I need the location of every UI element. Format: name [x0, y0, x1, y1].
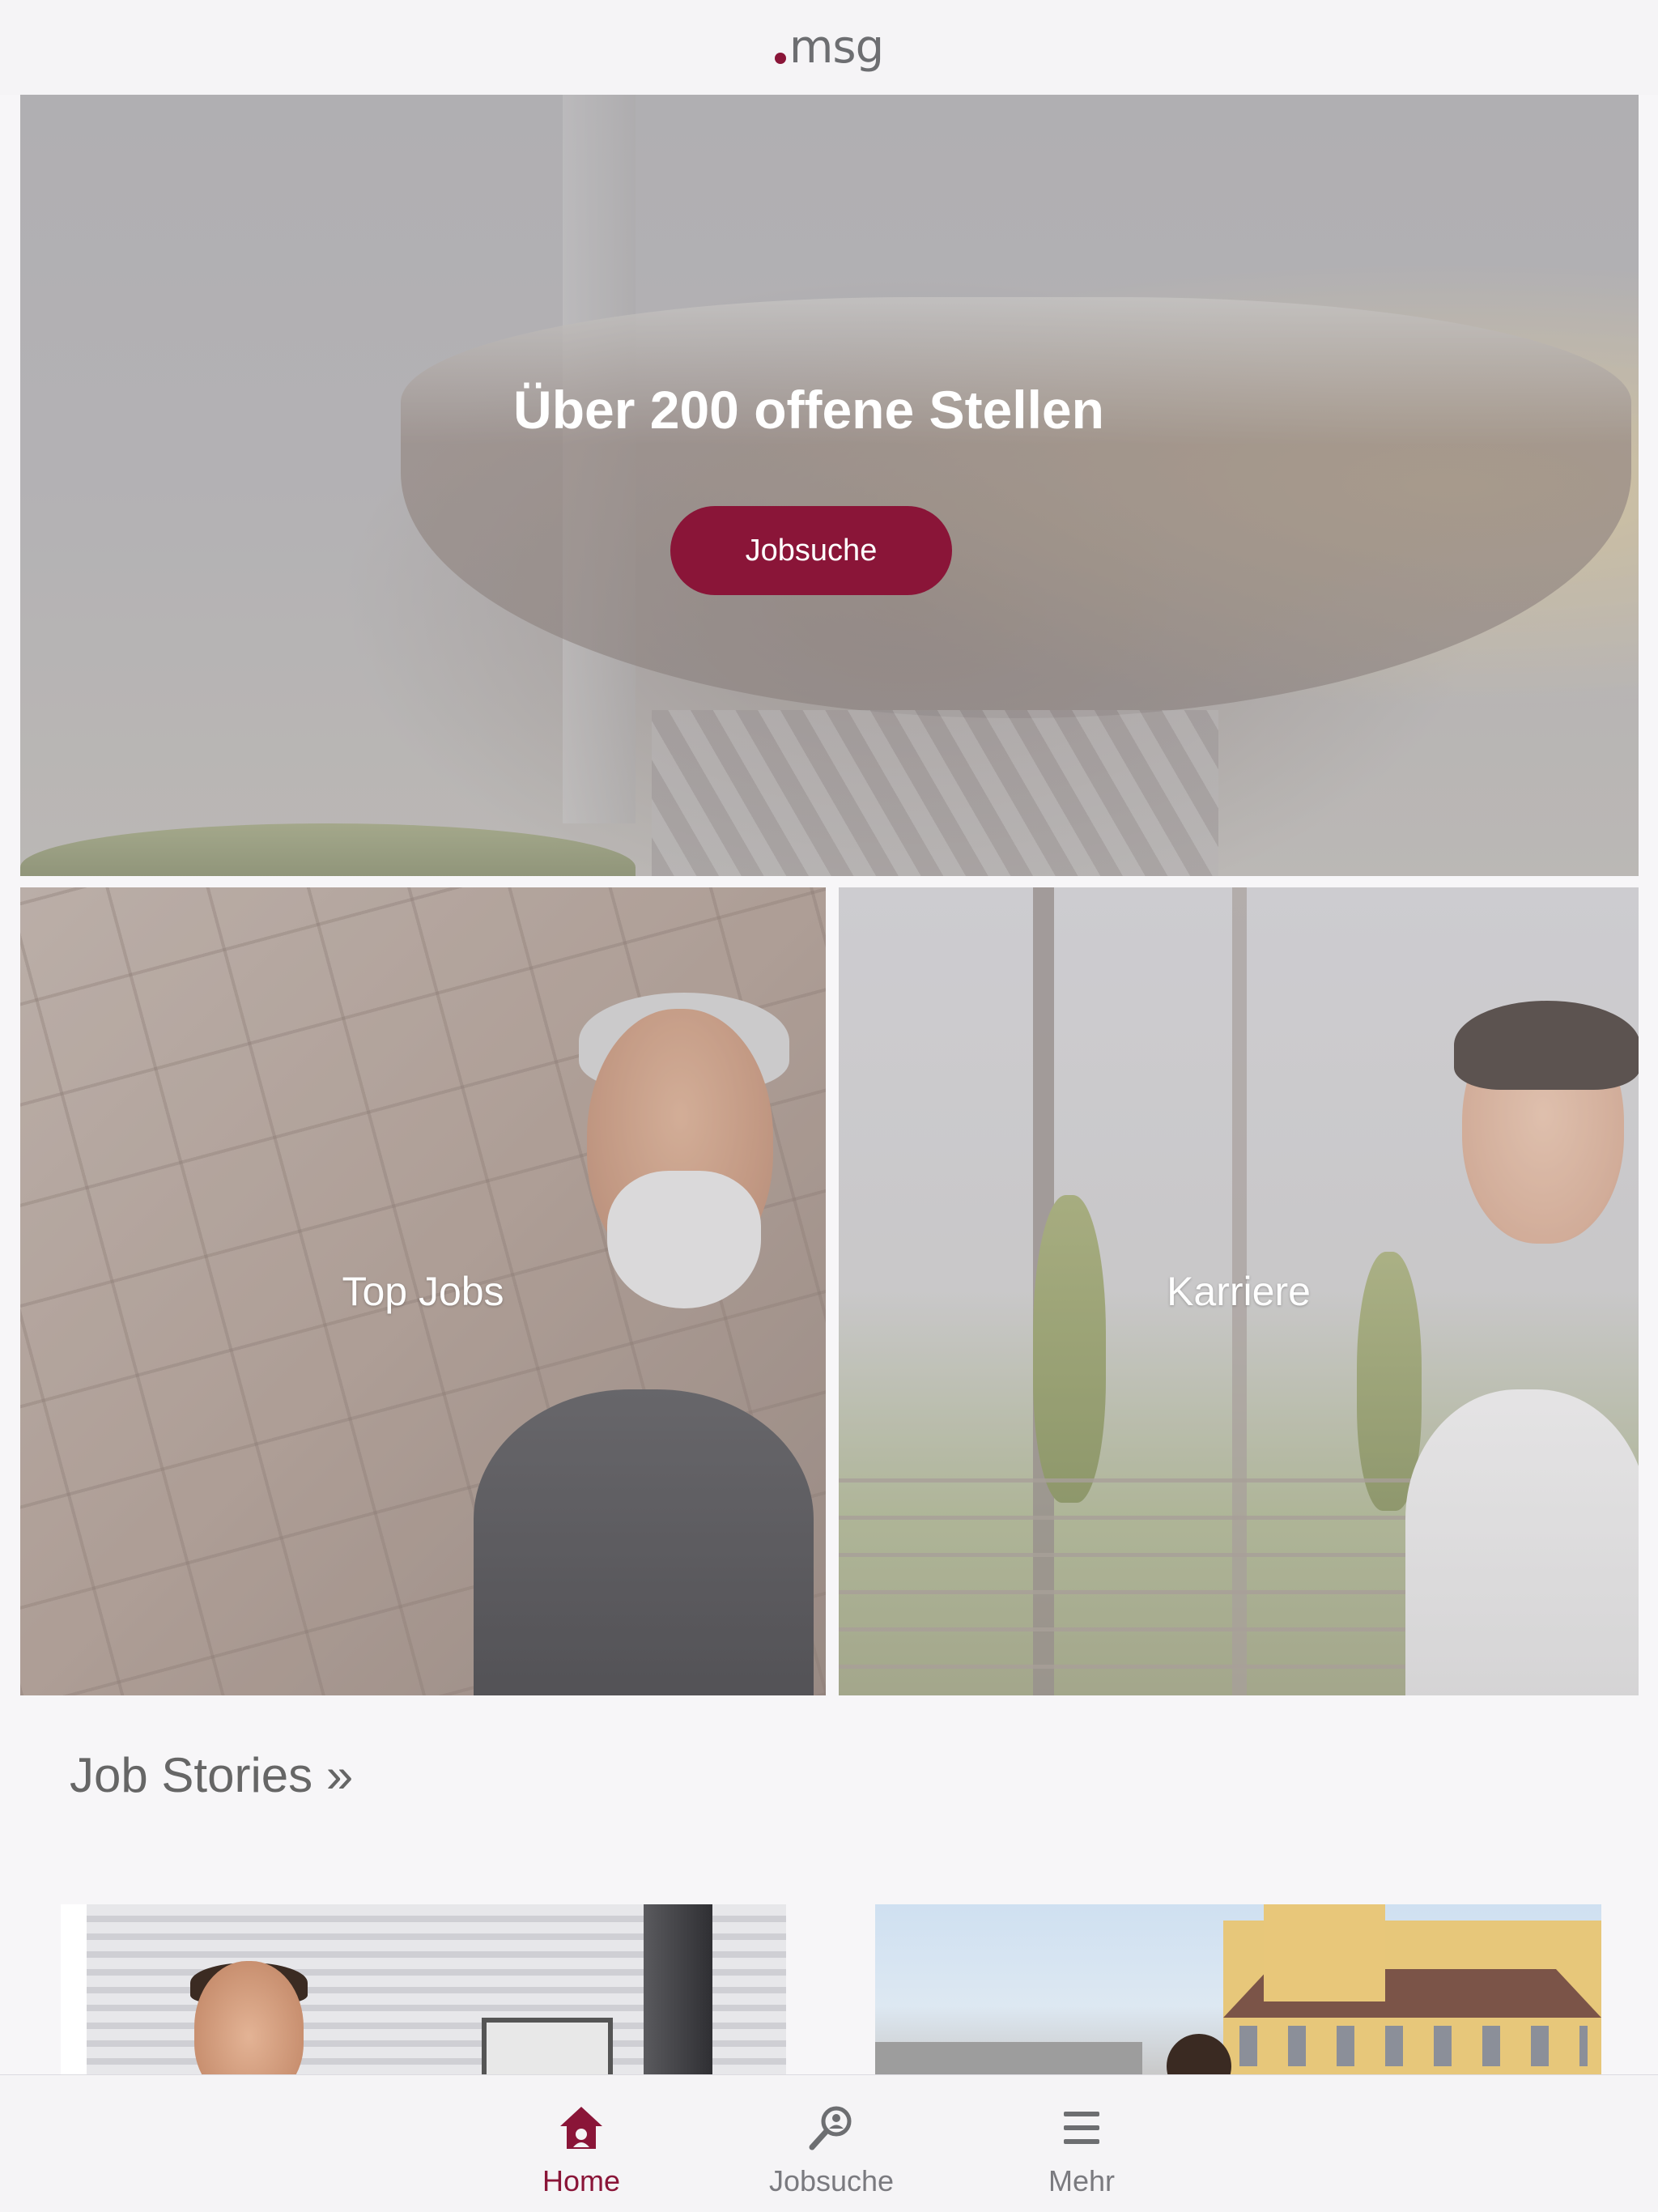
search-person-icon [803, 2099, 860, 2156]
window-edge [61, 1904, 87, 2074]
tab-home[interactable]: Home [476, 2075, 687, 2212]
bottom-tab-bar: Home Jobsuche Mehr [0, 2074, 1658, 2212]
tab-label-jobsuche: Jobsuche [768, 2164, 895, 2197]
window-frame [644, 1904, 712, 2074]
job-story-card[interactable] [61, 1904, 786, 2074]
top-bar: msg [0, 0, 1658, 95]
menu-icon [1053, 2099, 1110, 2156]
logo-dot [774, 52, 786, 64]
tile-karriere[interactable]: Karriere [839, 887, 1639, 1695]
tile-label-karriere: Karriere [1167, 1269, 1311, 1314]
tab-mehr[interactable]: Mehr [976, 2075, 1187, 2212]
logo-text: msg [789, 20, 884, 74]
msg-logo: msg [774, 20, 884, 74]
tab-jobsuche[interactable]: Jobsuche [726, 2075, 937, 2212]
hero-title: Über 200 offene Stellen [513, 380, 1104, 440]
tab-label-mehr: Mehr [1048, 2164, 1116, 2197]
hero-overlay [20, 95, 1639, 876]
job-stories-link[interactable]: Job Stories » [70, 1747, 353, 1803]
app-screen: msg Über 200 offene Stellen Jobsuche Top… [0, 0, 1658, 2212]
building-tower [1264, 1904, 1385, 2001]
story-person-head [1167, 2034, 1231, 2074]
building-windows [1239, 2026, 1588, 2066]
monitor [482, 2018, 613, 2074]
jobsuche-button[interactable]: Jobsuche [670, 506, 952, 595]
job-story-card[interactable] [875, 1904, 1601, 2074]
hero-banner [20, 95, 1639, 876]
tile-label-top-jobs: Top Jobs [342, 1269, 504, 1314]
wall [875, 2042, 1142, 2074]
tile-top-jobs[interactable]: Top Jobs [20, 887, 826, 1695]
tab-label-home: Home [542, 2164, 621, 2197]
home-icon [553, 2099, 610, 2156]
